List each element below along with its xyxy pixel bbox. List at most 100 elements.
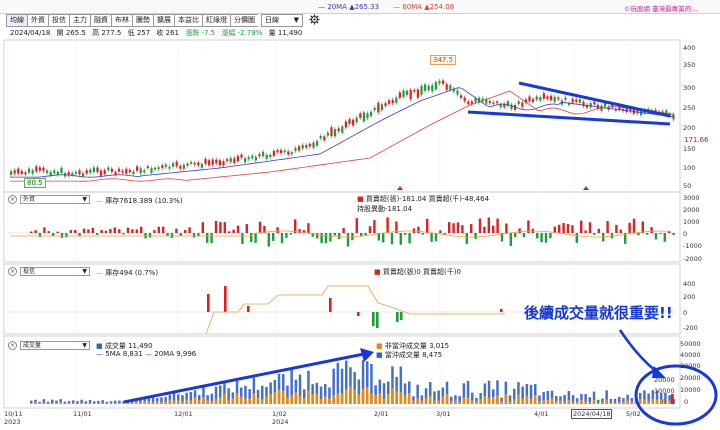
foreign-bar <box>452 223 455 233</box>
foreign-bar <box>430 233 433 242</box>
non-day-trade-bar <box>408 392 411 404</box>
trust-bar <box>247 306 250 312</box>
non-day-trade-bar <box>525 395 529 404</box>
foreign-bar <box>615 224 618 233</box>
candle <box>496 101 499 103</box>
close-icon[interactable]: × <box>8 195 17 204</box>
foreign-bar <box>52 233 55 237</box>
foreign-bar <box>214 220 218 233</box>
volume-right-tick: 20000 <box>654 376 675 384</box>
foreign-bar <box>307 223 310 233</box>
trust-bar <box>372 312 375 326</box>
foreign-bar <box>232 229 235 233</box>
volume-ytick: 10000 <box>680 386 701 394</box>
non-day-trade-bar <box>366 387 369 404</box>
non-day-trade-bar <box>567 399 571 404</box>
foreign-bar <box>333 233 336 236</box>
candle <box>348 119 351 124</box>
candle <box>31 170 34 174</box>
candle <box>326 132 329 136</box>
non-day-trade-bar <box>433 400 436 404</box>
non-day-trade-bar <box>156 401 159 404</box>
non-day-trade-bar <box>466 397 470 404</box>
candle <box>388 100 391 104</box>
candle <box>323 136 326 141</box>
non-day-trade-bar <box>521 398 524 404</box>
non-day-trade-bar <box>626 400 629 404</box>
trust-panel-select[interactable]: 投信 ▼ <box>20 267 90 276</box>
foreign-bar <box>566 223 570 233</box>
volume-panel-select[interactable]: 成交量 ▼ <box>20 341 90 350</box>
candle <box>352 119 355 126</box>
foreign-bar <box>483 226 486 233</box>
foreign-buysell: ■ 買賣超(張)-181.04 買賣超(千)-48,464 <box>357 195 490 203</box>
foreign-panel-select[interactable]: 外資 ▼ <box>20 195 90 204</box>
non-day-trade-bar <box>546 400 550 404</box>
foreign-bar <box>104 230 108 233</box>
candle <box>13 170 16 174</box>
non-day-trade-bar <box>139 401 142 404</box>
candle <box>71 172 74 175</box>
candle <box>229 158 232 163</box>
foreign-bar <box>228 231 231 233</box>
candle <box>485 99 488 104</box>
foreign-bar <box>254 233 257 243</box>
trust-bar <box>224 286 227 312</box>
non-day-trade-bar <box>101 402 104 404</box>
candle <box>96 167 99 172</box>
candle <box>258 154 261 157</box>
candle <box>575 99 578 102</box>
foreign-bar <box>179 233 182 236</box>
candle <box>190 162 193 164</box>
candle <box>553 96 556 102</box>
candle <box>438 81 441 84</box>
foreign-bar <box>461 225 464 233</box>
trust-ytick: 400 <box>683 280 696 288</box>
trust-ytick: -200 <box>683 324 698 332</box>
non-day-trade-bar <box>307 390 310 404</box>
foreign-bar <box>329 233 332 242</box>
price-ytick: 100 <box>683 164 696 172</box>
non-day-trade-bar <box>534 395 537 404</box>
foreign-ytick: 0 <box>683 230 688 238</box>
non-day-trade-bar <box>395 391 398 404</box>
non-day-trade-bar <box>160 401 163 404</box>
non-day-trade-bar <box>240 396 243 404</box>
candle <box>298 146 301 151</box>
foreign-bar <box>140 226 143 233</box>
foreign-bar <box>210 233 213 244</box>
candle <box>571 98 574 103</box>
foreign-bar <box>478 218 482 233</box>
candle <box>197 162 200 166</box>
foreign-bar <box>56 231 59 233</box>
close-icon[interactable]: × <box>8 341 17 350</box>
high-price-label: 347.5 <box>430 55 457 65</box>
close-icon[interactable]: × <box>8 267 17 276</box>
foreign-bar <box>364 233 367 236</box>
candle <box>589 103 592 108</box>
candle <box>132 171 135 175</box>
annotation-text: 後續成交量就很重要!! <box>524 304 673 322</box>
candle <box>550 95 553 101</box>
non-day-trade-bar <box>248 398 251 404</box>
foreign-bar <box>289 233 292 235</box>
foreign-bar <box>241 233 244 244</box>
candle <box>445 84 448 90</box>
foreign-bar <box>100 229 103 233</box>
non-day-trade-bar <box>172 400 176 404</box>
foreign-ytick: -2000 <box>683 255 702 263</box>
non-day-trade-bar <box>538 401 541 404</box>
non-day-trade-bar <box>622 401 625 404</box>
foreign-bar <box>619 229 622 233</box>
foreign-bar <box>562 222 565 233</box>
foreign-bar <box>580 220 583 233</box>
non-day-trade-bar <box>655 399 659 404</box>
non-day-trade-bar <box>542 400 545 404</box>
foreign-bar <box>426 218 429 233</box>
foreign-bar <box>496 218 499 233</box>
foreign-bar <box>382 233 385 243</box>
candle <box>17 168 20 174</box>
volume-right-tick: 10000 <box>654 387 675 395</box>
foreign-bar <box>540 233 543 243</box>
candle <box>136 166 139 171</box>
